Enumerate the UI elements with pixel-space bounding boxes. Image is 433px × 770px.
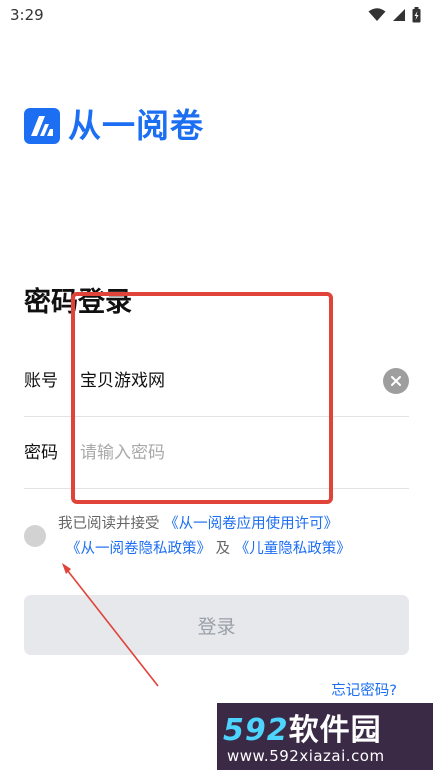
license-link[interactable]: 《从一阅卷应用使用许可》 [164,516,338,532]
account-label: 账号 [24,371,58,391]
agreement-text: 我已阅读并接受 《从一阅卷应用使用许可》 《从一阅卷隐私政策》 及 《儿童隐私政… [58,512,418,562]
battery-icon [412,7,421,23]
watermark-brand-number: 592 [223,713,289,748]
clear-account-button[interactable] [383,368,409,394]
wifi-icon [368,8,386,21]
watermark-url: www.592xiazai.com [227,747,385,765]
child-privacy-link[interactable]: 《儿童隐私政策》 [235,541,351,557]
agreement-and: 及 [215,541,231,557]
status-bar: 3:29 [0,0,433,32]
agreement-radio[interactable] [24,525,46,547]
watermark-brand-text: 软件园 [288,713,382,748]
signal-icon [393,9,405,21]
watermark-brand: 592软件园 [223,705,382,749]
annotation-highlight-box [71,292,333,504]
clear-icon [391,376,401,386]
logo-icon [24,108,60,144]
status-icons [368,6,421,24]
app-logo: 从一阅卷 [24,106,204,146]
watermark: 592软件园 www.592xiazai.com [217,703,433,770]
app-name: 从一阅卷 [68,106,204,145]
forgot-password-link[interactable]: 忘记密码? [331,680,397,702]
agreement-prefix: 我已阅读并接受 [58,516,160,532]
password-label: 密码 [24,443,58,463]
status-time: 3:29 [10,6,44,24]
privacy-link[interactable]: 《从一阅卷隐私政策》 [66,541,211,557]
login-button[interactable]: 登录 [24,595,409,655]
